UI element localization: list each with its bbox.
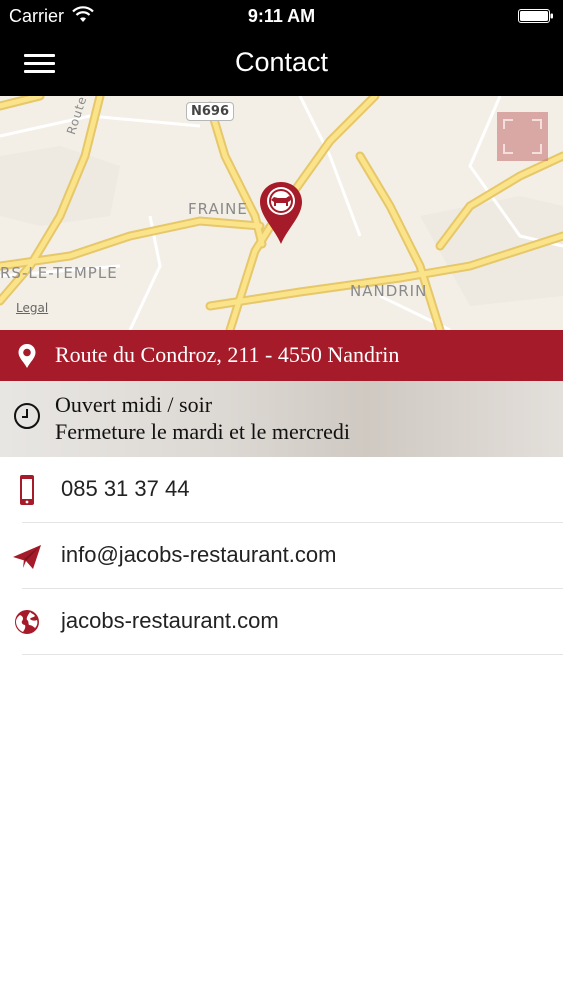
divider: [22, 654, 563, 655]
navigation-bar: Contact: [0, 32, 563, 96]
paper-plane-icon: [13, 545, 41, 569]
email-address: info@jacobs-restaurant.com: [61, 542, 337, 567]
map-label-temple: RS-LE-TEMPLE: [0, 264, 118, 282]
map-legal-link[interactable]: Legal: [16, 301, 48, 315]
fullscreen-icon[interactable]: [497, 112, 548, 161]
contact-item-website[interactable]: jacobs-restaurant.com: [0, 589, 563, 655]
website-url: jacobs-restaurant.com: [61, 608, 279, 633]
contact-item-email[interactable]: info@jacobs-restaurant.com: [0, 523, 563, 589]
status-time: 9:11 AM: [247, 6, 316, 26]
phone-icon: [20, 475, 34, 505]
hours-line-2: Fermeture le mardi et le mercredi: [55, 419, 351, 444]
battery-icon: [518, 9, 553, 23]
map-label-nandrin: NANDRIN: [350, 282, 428, 300]
contact-item-phone[interactable]: 085 31 37 44: [0, 457, 563, 523]
address-bar[interactable]: Route du Condroz, 211 - 4550 Nandrin: [0, 330, 563, 381]
clock-icon: [14, 403, 40, 429]
page-title: Contact: [234, 47, 329, 77]
status-bar: Carrier 9:11 AM: [0, 0, 563, 32]
road-sign-n696: N696: [186, 102, 235, 121]
map-view[interactable]: N696 Route-de-Vi FRAINE RS-LE-TEMPLE NAN…: [0, 96, 563, 330]
opening-hours: Ouvert midi / soir Fermeture le mardi et…: [0, 381, 563, 457]
globe-icon: [15, 610, 39, 634]
address-text: Route du Condroz, 211 - 4550 Nandrin: [55, 342, 400, 367]
location-pin-icon: [18, 344, 36, 368]
hours-line-1: Ouvert midi / soir: [55, 392, 213, 417]
restaurant-map-pin-icon[interactable]: [258, 180, 304, 246]
map-label-fraine: FRAINE: [188, 200, 248, 218]
phone-number: 085 31 37 44: [61, 476, 190, 501]
